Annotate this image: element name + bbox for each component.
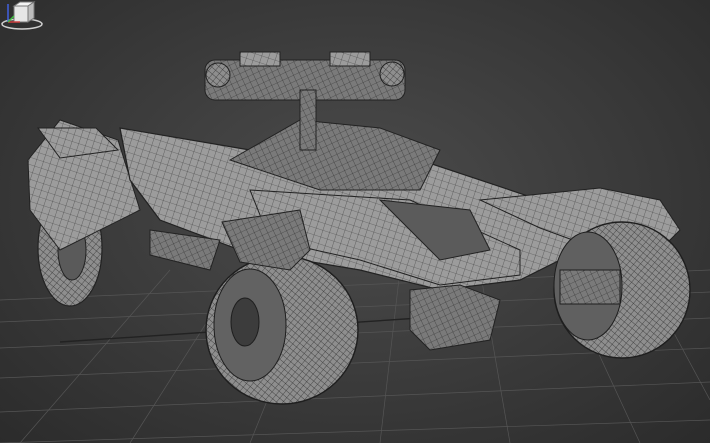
axis-tripod-icon xyxy=(7,4,20,23)
front-right-wheel xyxy=(553,221,691,359)
vehicle-body xyxy=(119,119,602,351)
3d-viewport[interactable] xyxy=(0,0,710,443)
front-left-wheel xyxy=(205,255,359,405)
vehicle-model[interactable] xyxy=(0,0,710,443)
